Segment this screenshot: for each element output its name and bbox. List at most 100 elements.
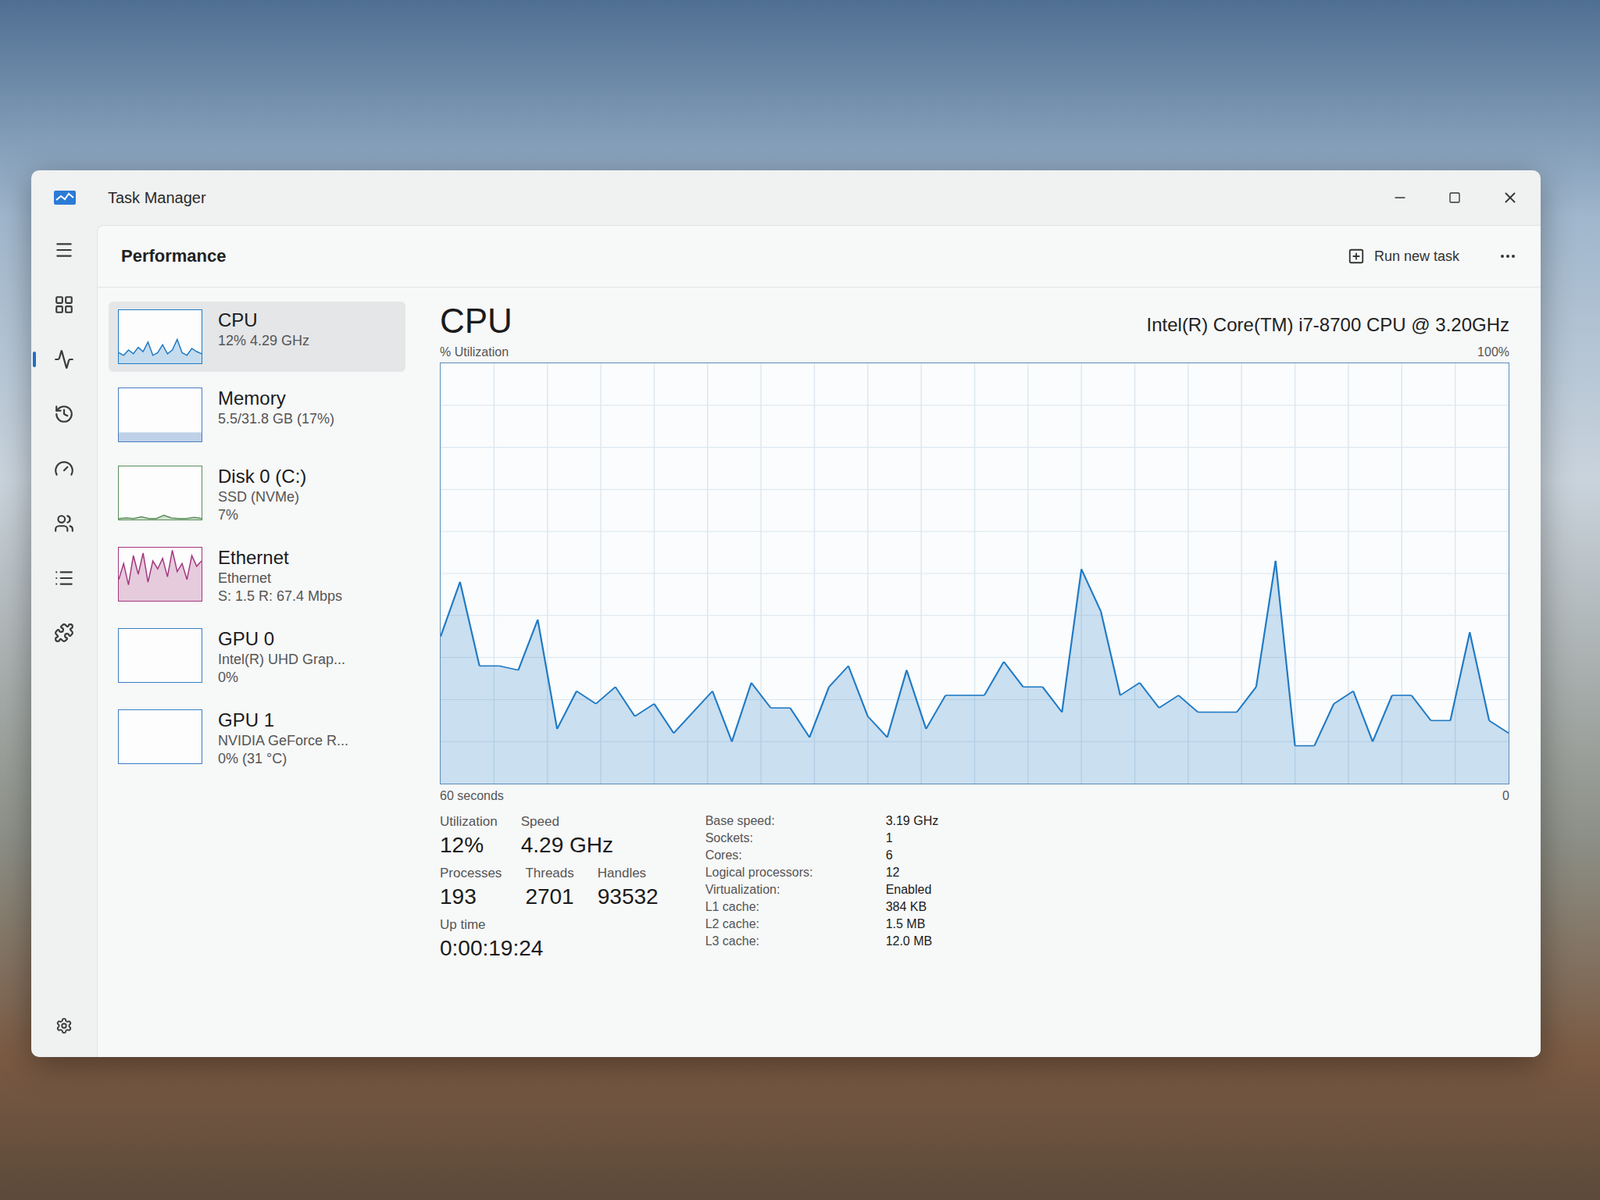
nav-item[interactable]	[46, 1011, 82, 1040]
startup-icon[interactable]	[53, 458, 75, 479]
nav-item[interactable]	[46, 454, 82, 483]
services-icon[interactable]	[53, 622, 75, 643]
chart-segment	[635, 703, 655, 717]
thumbnail-chart	[117, 709, 203, 765]
chart-segment	[1100, 610, 1121, 696]
detail-label: Base speed:	[705, 814, 874, 829]
chart-segment	[1469, 632, 1490, 721]
sparkline	[118, 550, 202, 585]
chart-segment	[848, 665, 868, 717]
stat-label: Processes	[439, 865, 502, 882]
stat-label: Handles	[597, 865, 659, 882]
nav-item[interactable]	[46, 564, 82, 593]
chart-segment	[576, 691, 597, 704]
resource-item[interactable]: GPU 1NVIDIA GeForce R...0% (31 °C)	[108, 701, 406, 775]
stat: Processes193	[439, 865, 502, 910]
resource-item[interactable]: Memory5.5/31.8 GB (17%)	[108, 379, 406, 450]
nav-item[interactable]	[46, 235, 82, 265]
more-icon[interactable]	[1498, 246, 1518, 266]
sparkline	[118, 515, 202, 519]
hamburger-icon[interactable]	[53, 239, 75, 261]
chart-segment	[1256, 560, 1276, 687]
run-new-task-button[interactable]: Run new task	[1339, 242, 1468, 270]
page-header: PerformanceRun new task	[97, 225, 1541, 288]
chart-segment	[1392, 694, 1412, 697]
chart-segment	[1023, 685, 1043, 688]
resource-text: Memory5.5/31.8 GB (17%)	[217, 387, 335, 428]
x-axis-label: 60 seconds	[439, 789, 504, 804]
stat: Threads2701	[525, 865, 574, 910]
resource-item[interactable]: CPU12% 4.29 GHz	[108, 301, 406, 372]
stats-area: Utilization12%Speed4.29 GHzProcesses193T…	[439, 806, 1510, 961]
nav-item[interactable]	[46, 509, 82, 538]
detail-label: Cores:	[705, 848, 874, 863]
chart-segment	[945, 694, 965, 697]
resource-item[interactable]: EthernetEthernetS: 1.5 R: 67.4 Mbps	[108, 539, 406, 613]
stat-label: Speed	[521, 814, 614, 830]
chart-bottom-axis: 60 seconds 0	[439, 784, 1510, 807]
chart-segment	[1431, 720, 1451, 722]
panel-title: CPU	[439, 301, 513, 341]
level-fill	[118, 682, 202, 683]
stat-value: 12%	[439, 832, 498, 858]
stat-label: Utilization	[439, 814, 498, 830]
sparkline-area	[118, 339, 202, 364]
thumbnail-chart	[117, 387, 203, 443]
nav-item[interactable]	[46, 345, 82, 374]
resource-name: Ethernet	[217, 546, 343, 569]
processes-icon[interactable]	[53, 294, 75, 315]
performance-main: CPU12% 4.29 GHzMemory5.5/31.8 GB (17%)Di…	[97, 287, 1541, 1058]
chart-segment	[1372, 695, 1393, 742]
resource-name: CPU	[217, 309, 310, 332]
detail-value: 12	[885, 865, 940, 880]
chart-segment	[537, 619, 558, 729]
desktop: Task ManagerPerformanceRun new taskCPU12…	[0, 0, 1600, 1200]
task-manager-window[interactable]: Task ManagerPerformanceRun new taskCPU12…	[31, 170, 1541, 1058]
nav-item[interactable]	[46, 400, 82, 429]
title-bar[interactable]: Task Manager	[31, 170, 1541, 225]
detail-label: Virtualization:	[705, 882, 874, 897]
stat-value: 93532	[597, 884, 659, 910]
details-icon[interactable]	[53, 567, 75, 589]
resource-detail: 0% (31 °C)	[217, 750, 349, 768]
resource-text: GPU 0Intel(R) UHD Grap...0%	[217, 628, 346, 686]
resource-text: GPU 1NVIDIA GeForce R...0% (31 °C)	[217, 709, 349, 768]
cpu-panel: CPUIntel(R) Core(TM) i7-8700 CPU @ 3.20G…	[416, 287, 1541, 1058]
nav-item[interactable]	[46, 290, 82, 319]
app-history-icon[interactable]	[53, 403, 75, 425]
users-icon[interactable]	[53, 513, 75, 534]
resource-item[interactable]: GPU 0Intel(R) UHD Grap...0%	[108, 620, 406, 694]
thumbnail-chart	[117, 546, 203, 602]
chart-segment	[867, 716, 888, 738]
grid-line	[440, 531, 1509, 533]
stat: Handles 93532	[597, 865, 659, 910]
resource-name: Memory	[217, 387, 335, 410]
chart-segment	[1333, 691, 1354, 704]
resource-item[interactable]: Disk 0 (C:)SSD (NVMe)7%	[108, 457, 406, 532]
level-fill	[118, 763, 202, 765]
chart-segment	[1042, 686, 1062, 712]
chart-segment	[907, 670, 927, 729]
chart-segment	[925, 695, 946, 729]
settings-icon[interactable]	[55, 1017, 73, 1035]
detail-label: L1 cache:	[705, 900, 874, 915]
resource-detail: 12% 4.29 GHz	[217, 332, 310, 350]
resource-list: CPU12% 4.29 GHz Memory5.5/31.8 GB (17%) Di…	[97, 287, 417, 1058]
chart-segment	[887, 670, 908, 738]
chart-segment	[615, 686, 636, 717]
resource-detail: S: 1.5 R: 67.4 Mbps	[217, 588, 343, 605]
maximize-icon[interactable]	[1448, 191, 1461, 204]
close-icon[interactable]	[1501, 189, 1519, 207]
header-actions: Run new task	[1339, 242, 1518, 270]
minimize-icon[interactable]	[1392, 189, 1408, 206]
y-axis-label: % Utilization	[439, 345, 509, 360]
nav-item[interactable]	[46, 618, 82, 647]
resource-detail: 7%	[217, 507, 307, 524]
sparkline-area	[118, 515, 202, 520]
stat-value: 2701	[525, 884, 574, 910]
resource-text: Disk 0 (C:)SSD (NVMe)7%	[217, 465, 307, 524]
performance-icon[interactable]	[53, 349, 75, 370]
grid-line	[440, 404, 1509, 406]
resource-text: EthernetEthernetS: 1.5 R: 67.4 Mbps	[217, 546, 343, 605]
x-end-label: 0	[1502, 789, 1510, 804]
